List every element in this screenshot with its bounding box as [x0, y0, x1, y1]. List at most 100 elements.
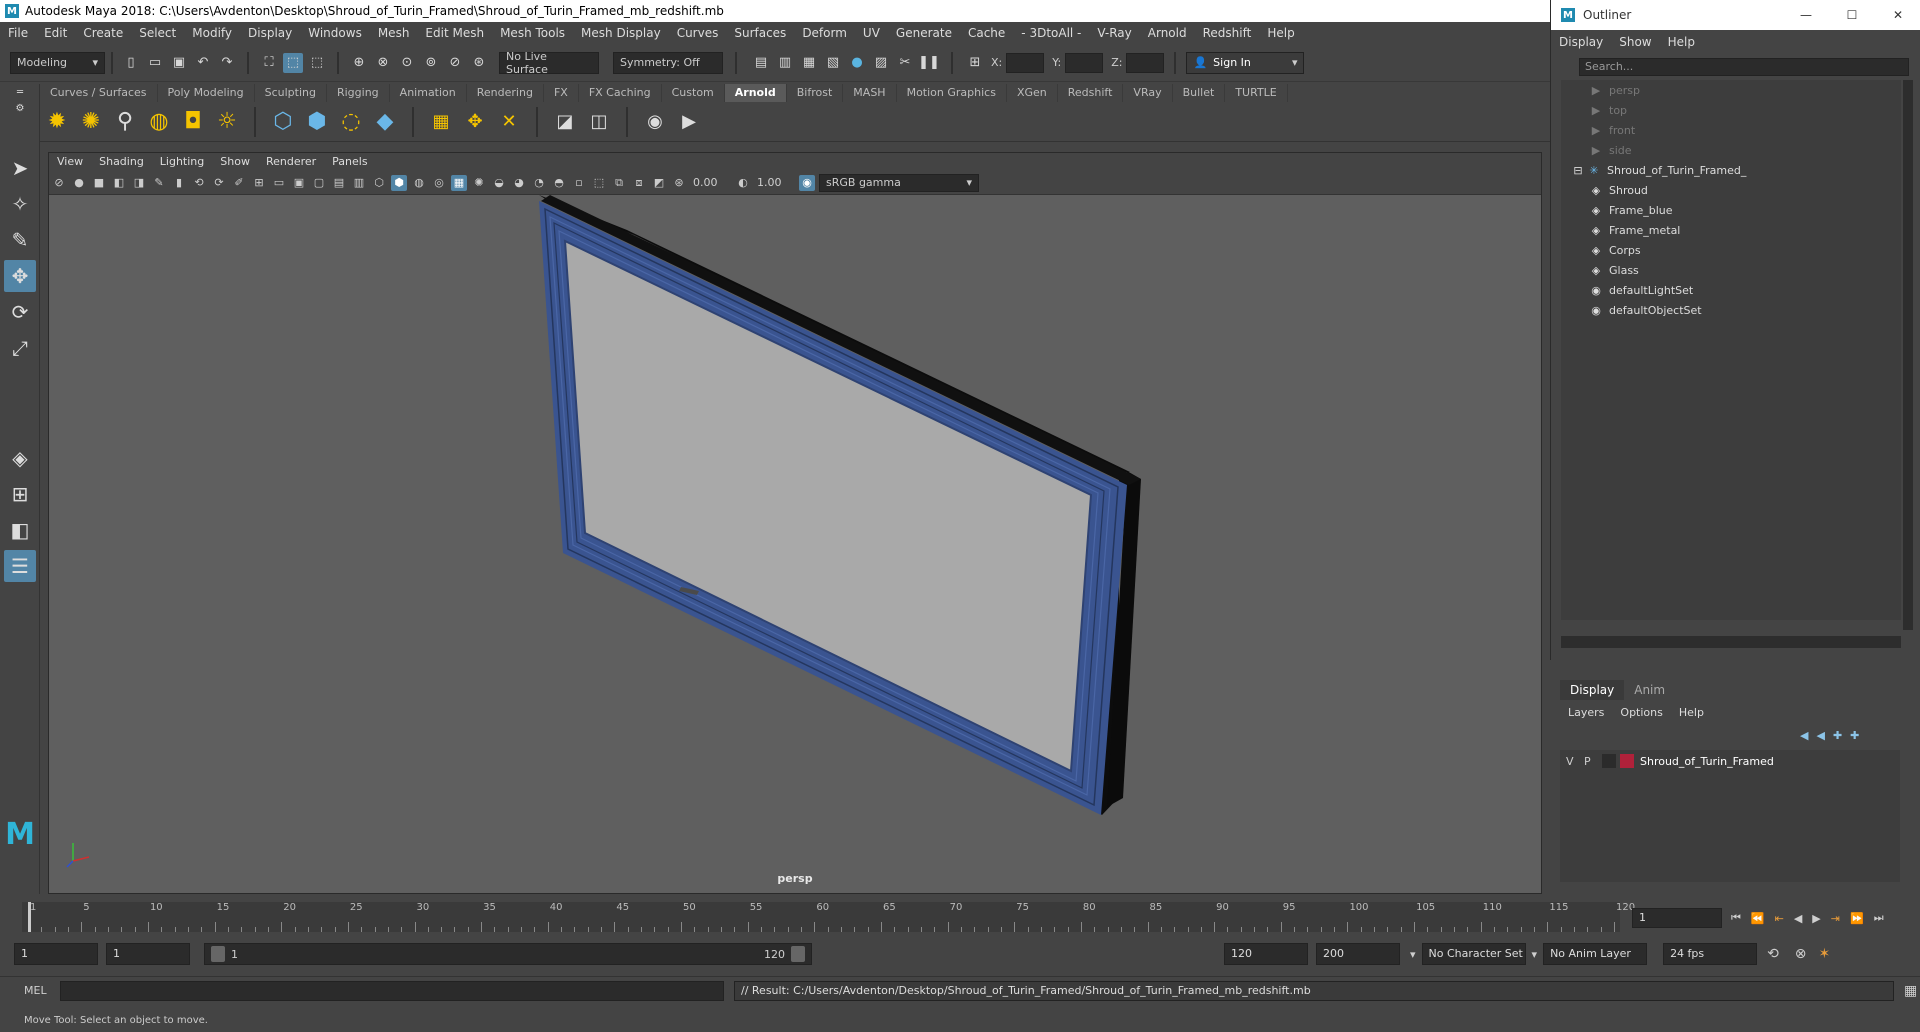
viewport-panel[interactable]: View Shading Lighting Show Renderer Pane… — [48, 152, 1542, 894]
film-gate-icon[interactable]: ▭ — [271, 175, 287, 191]
menu-surfaces[interactable]: Surfaces — [726, 22, 794, 44]
anti-aliasing-icon[interactable]: ◔ — [531, 175, 547, 191]
step-forward-frame-icon[interactable]: ⇥ — [1831, 912, 1840, 925]
play-forwards-icon[interactable]: ▶ — [1812, 912, 1820, 925]
auto-key-icon[interactable]: ⊗ — [1795, 946, 1807, 962]
command-input[interactable] — [60, 980, 724, 1001]
outliner-list[interactable]: ▶ persp ▶ top ▶ front ▶ side ⊟ ✳ Shroud_… — [1561, 80, 1901, 620]
gamma-icon[interactable]: ◐ — [735, 175, 751, 191]
command-language-toggle[interactable]: MEL — [0, 984, 60, 997]
time-slider-bar[interactable]: 1 5 10 15 20 25 30 35 40 45 50 55 60 65 70 75 80 85 90 95 10… — [22, 902, 1635, 932]
menu-edit[interactable]: Edit — [36, 22, 75, 44]
playback-end-field[interactable]: 120 — [1224, 943, 1308, 965]
snap-icon[interactable]: ⟳ — [211, 175, 227, 191]
shelf-tab-fx[interactable]: FX — [544, 84, 579, 102]
mesh-light-icon[interactable]: ✺ — [76, 107, 106, 137]
menu-mesh-tools[interactable]: Mesh Tools — [492, 22, 573, 44]
menu-cache[interactable]: Cache — [960, 22, 1013, 44]
gear-icon[interactable]: ⚙ — [4, 102, 36, 114]
use-all-lights-icon[interactable]: ▦ — [451, 174, 467, 191]
render-setup-icon[interactable]: ◪ — [550, 107, 580, 137]
xray-icon[interactable]: ⬚ — [591, 175, 607, 191]
wireframe-icon[interactable]: ⬡ — [371, 175, 387, 191]
outliner-search-input[interactable]: Search... — [1579, 58, 1909, 76]
step-forward-key-icon[interactable]: ⏩ — [1850, 912, 1864, 925]
standin-icon[interactable]: ⬡ — [268, 107, 298, 137]
collapse-icon[interactable]: ⊟ — [1573, 163, 1583, 177]
go-to-start-icon[interactable]: ⏮ — [1731, 911, 1741, 925]
layer-menu-layers[interactable]: Layers — [1560, 706, 1612, 719]
shadows-icon[interactable]: ✺ — [471, 175, 487, 191]
gate-mask-icon[interactable]: ▢ — [311, 175, 327, 191]
field-chart-icon[interactable]: ▤ — [331, 175, 347, 191]
shelf-tab-motion-graphics[interactable]: Motion Graphics — [897, 84, 1007, 102]
menu-edit-mesh[interactable]: Edit Mesh — [417, 22, 492, 44]
curve-collector-icon[interactable]: ◆ — [370, 107, 400, 137]
menu-generate[interactable]: Generate — [888, 22, 960, 44]
z-field[interactable] — [1126, 52, 1165, 73]
viewport-menu-view[interactable]: View — [49, 153, 91, 171]
outliner-menu-help[interactable]: Help — [1660, 35, 1703, 49]
shelf-tab-redshift[interactable]: Redshift — [1058, 84, 1124, 102]
scale-tool-icon[interactable]: ⤢ — [4, 332, 36, 364]
ambient-occlusion-icon[interactable]: ◒ — [491, 175, 507, 191]
safe-action-icon[interactable]: ▥ — [351, 175, 367, 191]
close-icon[interactable]: ✕ — [1875, 8, 1920, 22]
outliner-item-glass[interactable]: ◈ Glass — [1561, 260, 1901, 280]
pivot-icon[interactable]: ⟲ — [191, 175, 207, 191]
shelf-tab-bullet[interactable]: Bullet — [1173, 84, 1226, 102]
shelf-tab-turtle[interactable]: TURTLE — [1225, 84, 1288, 102]
shelf-tab-rendering[interactable]: Rendering — [467, 84, 544, 102]
color-management-icon[interactable]: ◉ — [799, 174, 815, 191]
live-surface-dropdown[interactable]: No Live Surface — [499, 50, 599, 76]
menu-create[interactable]: Create — [75, 22, 131, 44]
layer-row[interactable]: V P Shroud_of_Turin_Framed — [1560, 750, 1900, 772]
new-scene-icon[interactable]: ▯ — [121, 53, 141, 73]
character-set-dropdown[interactable]: No Character Set — [1421, 943, 1526, 965]
shelf-tab-sculpting[interactable]: Sculpting — [255, 84, 327, 102]
two-pane-layout-icon[interactable]: ◧ — [4, 514, 36, 546]
menu-curves[interactable]: Curves — [669, 22, 727, 44]
image-plane-icon[interactable]: ◧ — [111, 175, 127, 191]
xray-joints-icon[interactable]: ⧉ — [611, 175, 627, 191]
photometric-light-icon[interactable]: ⚲ — [110, 107, 140, 137]
flush-caches-icon[interactable]: ✕ — [494, 107, 524, 137]
play-backwards-icon[interactable]: ◀ — [1794, 912, 1802, 925]
shelf-tab-poly-modeling[interactable]: Poly Modeling — [158, 84, 255, 102]
redo-icon[interactable]: ↷ — [217, 53, 237, 73]
light-portal-icon[interactable]: ◘ — [178, 107, 208, 137]
wireframe-on-shaded-icon[interactable]: ◍ — [411, 175, 427, 191]
sign-in-button[interactable]: 👤 Sign In ▾ — [1186, 51, 1305, 74]
animation-preferences-icon[interactable]: ✶ — [1819, 946, 1831, 962]
snap-curve-icon[interactable]: ⊗ — [373, 53, 393, 73]
backface-culling-icon[interactable]: ◩ — [651, 175, 667, 191]
layer-color-swatch[interactable] — [1620, 754, 1634, 768]
color-space-dropdown[interactable]: sRGB gamma ▾ — [819, 173, 979, 192]
select-component-icon[interactable]: ⬚ — [307, 53, 327, 73]
menu-modify[interactable]: Modify — [184, 22, 240, 44]
pencil-icon[interactable]: ✐ — [231, 175, 247, 191]
outliner-menu-show[interactable]: Show — [1611, 35, 1659, 49]
move-layer-up-icon[interactable]: ◀ — [1800, 729, 1808, 742]
outliner-item-top[interactable]: ▶ top — [1561, 100, 1901, 120]
tab-anim[interactable]: Anim — [1624, 680, 1675, 700]
outliner-menu-display[interactable]: Display — [1551, 35, 1611, 49]
select-tool-icon[interactable]: ➤ — [4, 152, 36, 184]
motion-blur-icon[interactable]: ◕ — [511, 175, 527, 191]
snap-surface-icon[interactable]: ⊘ — [445, 53, 465, 73]
layer-list[interactable]: V P Shroud_of_Turin_Framed — [1560, 750, 1900, 882]
gamma-value[interactable]: 1.00 — [757, 176, 793, 189]
render-frame-icon[interactable]: ▥ — [775, 53, 795, 73]
layer-menu-options[interactable]: Options — [1612, 706, 1670, 719]
arnold-render-icon[interactable]: ▨ — [871, 53, 891, 73]
render-view-icon[interactable]: ◉ — [640, 107, 670, 137]
loop-icon[interactable]: ⟲ — [1767, 946, 1779, 962]
grease-pencil-icon[interactable]: ✎ — [151, 175, 167, 191]
area-light-icon[interactable]: ✹ — [42, 107, 72, 137]
outliner-item-default-object-set[interactable]: ◉ defaultObjectSet — [1561, 300, 1901, 320]
snap-view-icon[interactable]: ⊚ — [421, 53, 441, 73]
menu-redshift[interactable]: Redshift — [1195, 22, 1260, 44]
go-to-end-icon[interactable]: ⏭ — [1874, 911, 1884, 925]
outliner-item-side[interactable]: ▶ side — [1561, 140, 1901, 160]
viewport-canvas[interactable]: persp — [49, 195, 1541, 893]
